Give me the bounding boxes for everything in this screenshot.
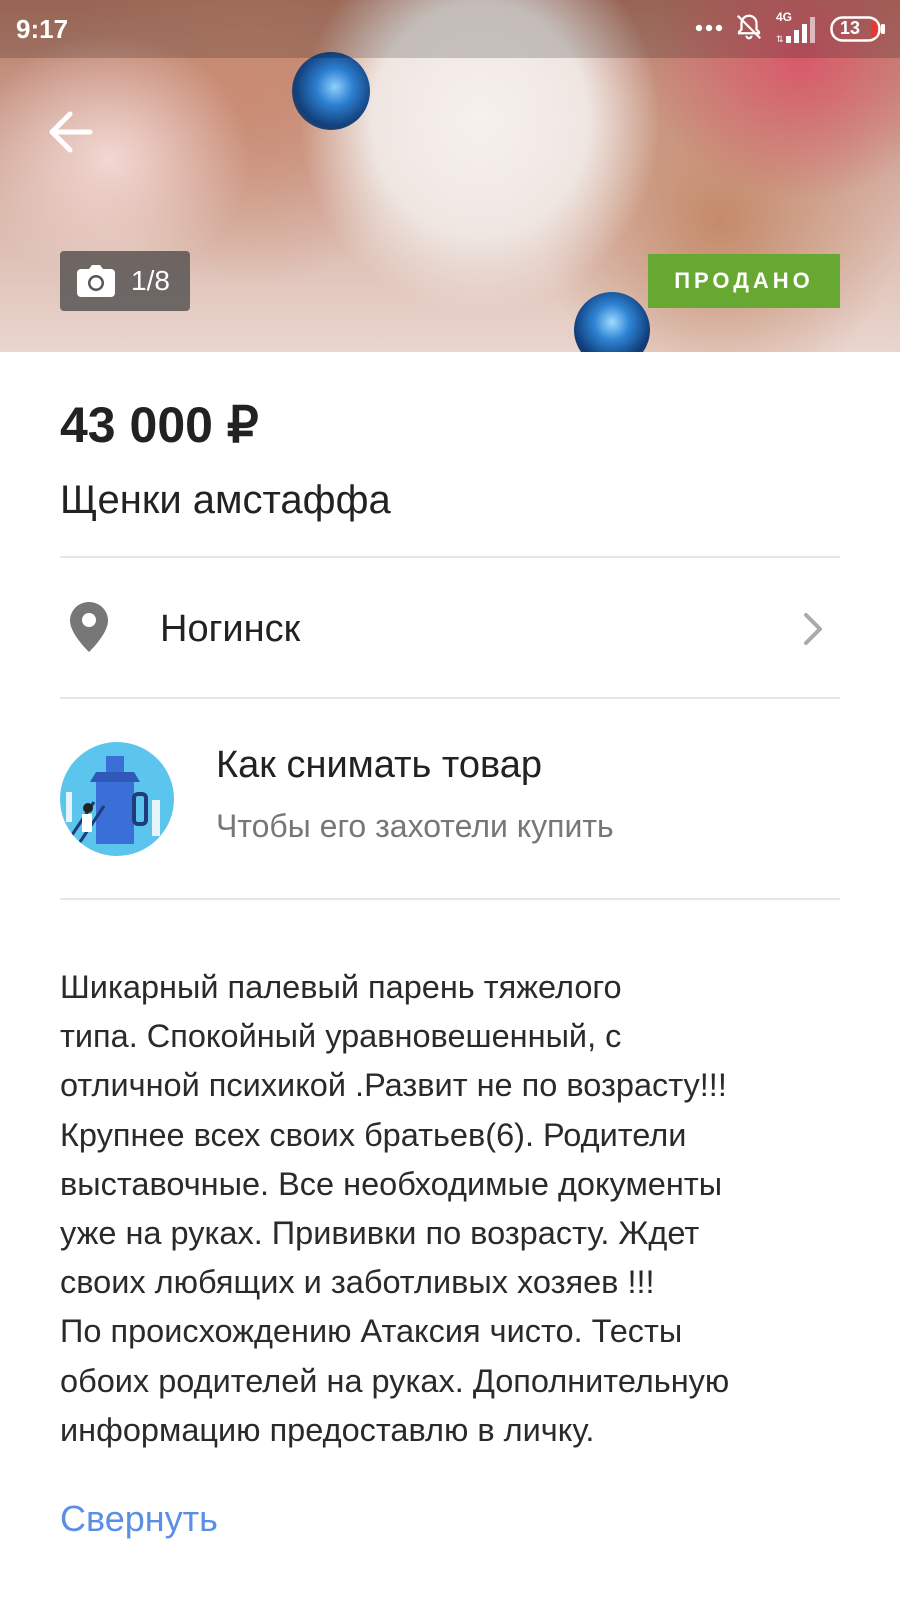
divider	[60, 898, 840, 900]
camera-icon	[77, 265, 115, 297]
puppy-eye-right	[574, 292, 650, 352]
location-pin-icon	[70, 602, 108, 652]
more-dots-icon	[694, 20, 724, 38]
sold-badge: ПРОДАНО	[648, 254, 840, 308]
promo-subtitle: Чтобы его захотели купить	[216, 808, 614, 844]
bell-off-icon	[734, 12, 764, 47]
battery-level: 13	[840, 18, 861, 38]
status-icons: 4G ⇅ 13	[694, 10, 886, 47]
promo-banner[interactable]: Как снимать товар Чтобы его захотели куп…	[60, 740, 840, 860]
divider	[60, 697, 840, 699]
back-button[interactable]	[44, 104, 100, 160]
promo-illustration	[60, 742, 174, 856]
location-name: Ногинск	[160, 608, 301, 650]
puppy-eye-left	[292, 52, 370, 130]
svg-text:⇅: ⇅	[776, 34, 784, 44]
divider	[60, 556, 840, 558]
collapse-link[interactable]: Свернуть	[60, 1498, 218, 1540]
photo-counter[interactable]: 1/8	[60, 251, 190, 311]
listing-photo[interactable]: 9:17 4G ⇅ 13 1/8 ПРОДАНО	[0, 0, 900, 352]
arrow-left-icon	[49, 111, 93, 153]
location-row[interactable]: Ногинск	[60, 560, 840, 696]
promo-title: Как снимать товар	[216, 744, 542, 786]
listing-title: Щенки амстаффа	[60, 478, 391, 522]
signal-icon: 4G ⇅	[774, 10, 820, 46]
listing-price: 43 000 ₽	[60, 397, 259, 453]
status-time: 9:17	[16, 14, 69, 44]
chevron-right-icon	[804, 613, 822, 645]
photo-counter-text: 1/8	[131, 265, 170, 296]
status-bar: 9:17 4G ⇅ 13	[0, 0, 900, 58]
listing-description: Шикарный палевый парень тяжелого типа. С…	[60, 969, 730, 1448]
battery-icon: 13	[830, 16, 886, 42]
